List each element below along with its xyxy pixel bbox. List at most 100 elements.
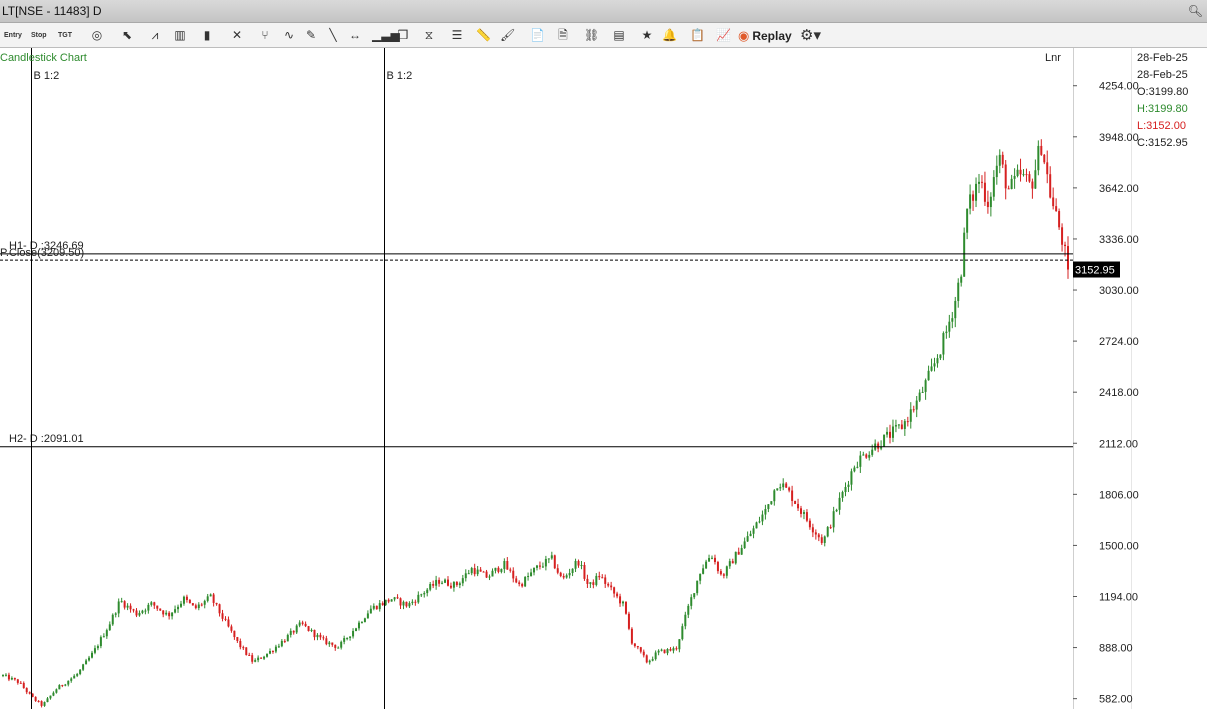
candle-body — [586, 578, 589, 584]
lines-button[interactable]: ☰ — [450, 27, 464, 44]
candle-body — [464, 573, 467, 579]
candle-body — [355, 628, 358, 631]
fib-button[interactable]: ⧖ — [422, 27, 436, 44]
line-chart-button[interactable]: 📈 — [716, 27, 731, 44]
candle-body — [435, 579, 438, 586]
previous-close-label: P.Close(3209.50) — [0, 247, 84, 259]
candle-body — [82, 664, 85, 670]
candle-body — [52, 692, 55, 696]
candle-body — [556, 568, 559, 573]
search-icon[interactable]: 🔍︎ — [1188, 4, 1203, 18]
candle-body — [992, 177, 995, 197]
candle-body — [960, 276, 963, 283]
gear-icon[interactable]: ⚙▾ — [800, 27, 821, 44]
candle-body — [482, 571, 485, 573]
candle-body — [500, 569, 503, 572]
candle-body — [933, 363, 936, 367]
candle-body — [820, 537, 823, 543]
cube-button[interactable]: ❒ — [396, 27, 410, 44]
candle-body — [592, 582, 595, 585]
chart-style-button[interactable]: ⩘ — [148, 27, 162, 44]
candle-body — [251, 655, 254, 662]
candle-body — [728, 561, 731, 567]
settings-doc-button[interactable]: 🗎 — [556, 27, 570, 44]
last-price-label: 3152.95 — [1075, 265, 1115, 277]
target-button[interactable]: TGT — [58, 27, 72, 44]
trendline-button[interactable]: ╲ — [326, 27, 340, 44]
candle-body — [823, 536, 826, 543]
candle-body — [868, 454, 871, 458]
fork-icon: ⑂ — [261, 28, 269, 42]
candle-body — [337, 647, 340, 649]
candle-body — [527, 576, 530, 578]
alert-button[interactable]: 🔔 — [662, 27, 677, 44]
clipboard-button[interactable]: 📋 — [690, 27, 705, 44]
candle-body — [954, 300, 957, 319]
candle-button[interactable]: ▮ — [200, 27, 214, 44]
candle-body — [494, 567, 497, 571]
candlestick-chart[interactable]: 582.00 888.00 1194.00 1500.00 1806.00 2112.00… — [0, 48, 1207, 709]
candle-body — [708, 558, 711, 562]
candle-body — [805, 512, 808, 521]
favorite-button[interactable]: ★ — [640, 27, 654, 44]
y-tick-label: 888.00 — [1099, 643, 1133, 655]
candle-body — [117, 601, 120, 614]
candle-body — [476, 569, 479, 575]
line-chart-icon: 📈 — [716, 28, 731, 42]
candle-body — [975, 183, 978, 201]
candle-body — [467, 573, 470, 575]
candle-body — [957, 282, 960, 301]
candle-body — [144, 610, 147, 612]
candle-body — [761, 514, 764, 522]
candle-body — [743, 541, 746, 549]
paint-button[interactable]: 🖌 — [500, 27, 515, 44]
candle-body — [343, 638, 346, 642]
candle-body — [372, 605, 375, 609]
entry-button[interactable]: Entry — [4, 27, 22, 44]
candle-body — [1061, 227, 1064, 245]
candle-body — [622, 601, 625, 604]
wave-button[interactable]: ∿ — [282, 27, 296, 44]
crosshair-button[interactable]: ◎ — [90, 27, 104, 44]
candle-body — [417, 594, 420, 603]
candle-body — [286, 634, 289, 642]
candle-body — [43, 702, 46, 706]
report-button[interactable]: 📄 — [530, 27, 545, 44]
candle-body — [438, 579, 441, 584]
pencil-button[interactable]: ✎ — [304, 27, 318, 44]
candle-body — [598, 575, 601, 578]
candle-body — [96, 646, 99, 649]
cursor-button[interactable]: ⬉ — [120, 27, 134, 44]
candles-group — [2, 139, 1069, 708]
scale-mode-label[interactable]: Lnr — [1045, 52, 1061, 64]
candle-body — [565, 575, 568, 578]
candle-body — [986, 201, 989, 208]
candle-body — [390, 599, 393, 602]
candle-body — [524, 577, 527, 587]
candle-body — [111, 614, 114, 625]
replay-button[interactable]: ◉ Replay — [738, 27, 792, 44]
candle-body — [366, 613, 369, 619]
candle-body — [779, 487, 782, 489]
candle-body — [942, 333, 945, 355]
candle-body — [547, 558, 550, 560]
link-button[interactable]: ⛓ — [584, 27, 599, 44]
candle-body — [972, 194, 975, 201]
layout-button[interactable]: ▤ — [612, 27, 626, 44]
candle-body — [684, 614, 687, 627]
candle-body — [16, 679, 19, 683]
ruler-button[interactable]: 📏 — [476, 27, 491, 44]
candle-body — [485, 571, 488, 578]
hline-button[interactable]: ↔ — [348, 27, 362, 44]
candle-body — [785, 483, 788, 488]
bar-chart-button[interactable]: ▥ — [173, 27, 187, 44]
candle-body — [877, 443, 880, 449]
stop-button[interactable]: Stop — [31, 27, 47, 44]
candle-body — [455, 581, 458, 586]
fork-button[interactable]: ⑂ — [258, 27, 272, 44]
candle-body — [239, 640, 242, 648]
indicator-button[interactable]: ✕ — [230, 27, 244, 44]
info-date-1: 28-Feb-25 — [1137, 52, 1188, 64]
candle-body — [423, 593, 426, 595]
candle-body — [794, 501, 797, 504]
